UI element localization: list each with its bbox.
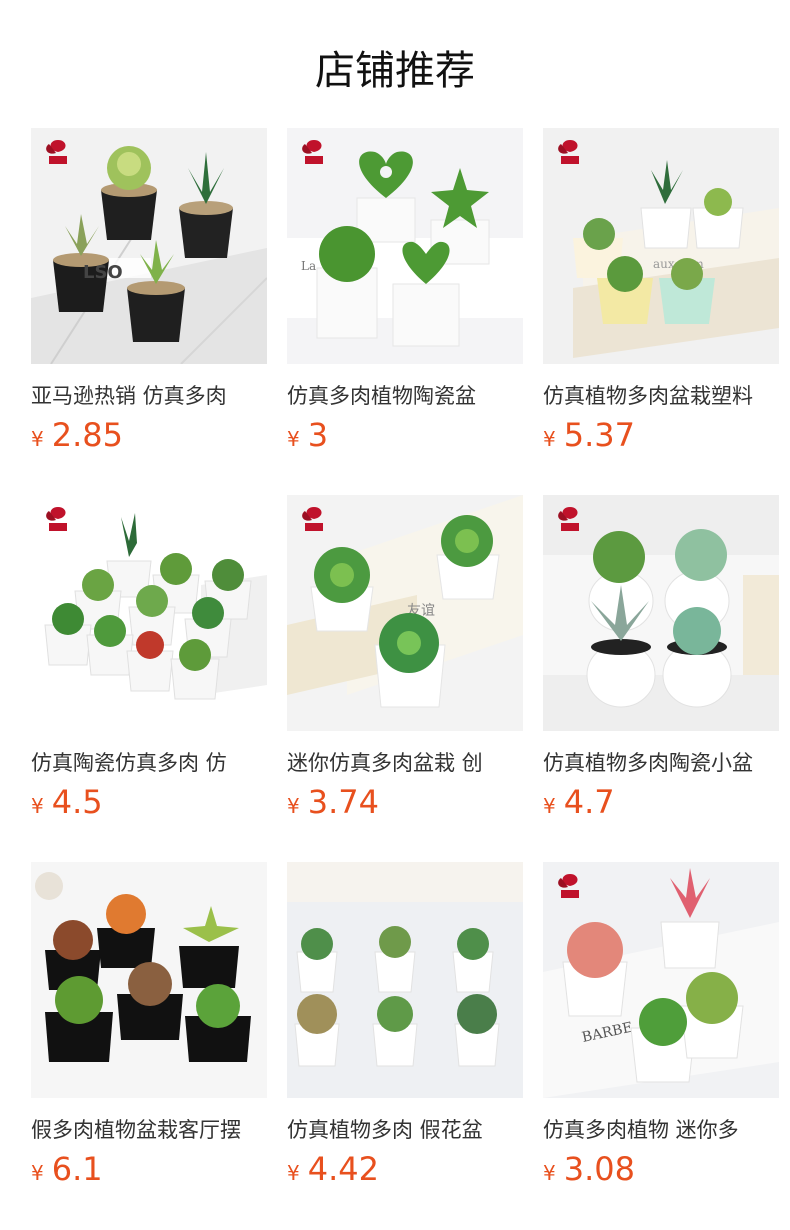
price-value: 3	[307, 416, 329, 454]
product-image[interactable]: LSO	[31, 128, 267, 364]
product-card[interactable]: 假多肉植物盆栽客厅摆 ¥6.1	[31, 862, 267, 1202]
product-name[interactable]: 仿真多肉植物陶瓷盆	[287, 380, 523, 410]
product-image[interactable]: aux cam	[543, 128, 779, 364]
currency-symbol: ¥	[31, 1161, 44, 1185]
currency-symbol: ¥	[543, 794, 556, 818]
product-price: ¥2.85	[31, 416, 123, 454]
currency-symbol: ¥	[287, 794, 300, 818]
price-value: 4.7	[563, 783, 615, 821]
product-price: ¥4.42	[287, 1150, 379, 1188]
product-image[interactable]	[287, 862, 523, 1098]
product-image[interactable]: La	[287, 128, 523, 364]
product-card[interactable]: 仿真陶瓷仿真多肉 仿 ¥4.5	[31, 495, 267, 835]
logo-icon	[558, 874, 579, 898]
product-price: ¥4.5	[31, 783, 103, 821]
logo-icon	[302, 507, 323, 531]
product-price: ¥5.37	[543, 416, 635, 454]
product-card[interactable]: 友谊 迷你仿真多肉盆栽 创 ¥3.74	[287, 495, 523, 835]
price-value: 4.42	[307, 1150, 379, 1188]
product-price: ¥3.08	[543, 1150, 635, 1188]
logo-icon	[558, 507, 579, 531]
product-price: ¥3.74	[287, 783, 379, 821]
product-image[interactable]	[543, 495, 779, 731]
logo-icon	[46, 507, 67, 531]
product-price: ¥4.7	[543, 783, 615, 821]
logo-icon	[302, 140, 323, 164]
price-value: 5.37	[563, 416, 635, 454]
price-value: 4.5	[51, 783, 103, 821]
product-name[interactable]: 迷你仿真多肉盆栽 创	[287, 747, 523, 777]
product-card[interactable]: BARBE 仿真多肉植物 迷你多 ¥3.08	[543, 862, 779, 1202]
currency-symbol: ¥	[543, 1161, 556, 1185]
product-image[interactable]: 友谊	[287, 495, 523, 731]
page-title: 店铺推荐	[315, 48, 475, 94]
currency-symbol: ¥	[31, 427, 44, 451]
product-image[interactable]	[31, 495, 267, 731]
price-value: 6.1	[51, 1150, 103, 1188]
currency-symbol: ¥	[543, 427, 556, 451]
product-card[interactable]: LSO 亚马逊热销 仿真多肉 ¥2.85	[31, 128, 267, 468]
product-image[interactable]: BARBE	[543, 862, 779, 1098]
currency-symbol: ¥	[287, 427, 300, 451]
product-price: ¥6.1	[31, 1150, 103, 1188]
product-card[interactable]: aux cam 仿真植物多肉盆栽塑料 ¥5.37	[543, 128, 779, 468]
svg-text:La: La	[301, 259, 316, 273]
product-image[interactable]	[31, 862, 267, 1098]
price-value: 3.08	[563, 1150, 635, 1188]
product-name[interactable]: 仿真多肉植物 迷你多	[543, 1114, 779, 1144]
price-value: 2.85	[51, 416, 123, 454]
product-name[interactable]: 亚马逊热销 仿真多肉	[31, 380, 267, 410]
product-name[interactable]: 仿真植物多肉 假花盆	[287, 1114, 523, 1144]
product-name[interactable]: 仿真陶瓷仿真多肉 仿	[31, 747, 267, 777]
product-card[interactable]: La 仿真多肉植物陶瓷盆 ¥3	[287, 128, 523, 468]
currency-symbol: ¥	[287, 1161, 300, 1185]
logo-icon	[46, 140, 67, 164]
product-price: ¥3	[287, 416, 328, 454]
currency-symbol: ¥	[31, 794, 44, 818]
product-name[interactable]: 仿真植物多肉盆栽塑料	[543, 380, 779, 410]
product-name[interactable]: 仿真植物多肉陶瓷小盆	[543, 747, 779, 777]
product-card[interactable]: 仿真植物多肉 假花盆 ¥4.42	[287, 862, 523, 1202]
product-card[interactable]: 仿真植物多肉陶瓷小盆 ¥4.7	[543, 495, 779, 835]
product-name[interactable]: 假多肉植物盆栽客厅摆	[31, 1114, 267, 1144]
svg-text:LSO: LSO	[83, 262, 123, 283]
logo-icon	[558, 140, 579, 164]
price-value: 3.74	[307, 783, 379, 821]
